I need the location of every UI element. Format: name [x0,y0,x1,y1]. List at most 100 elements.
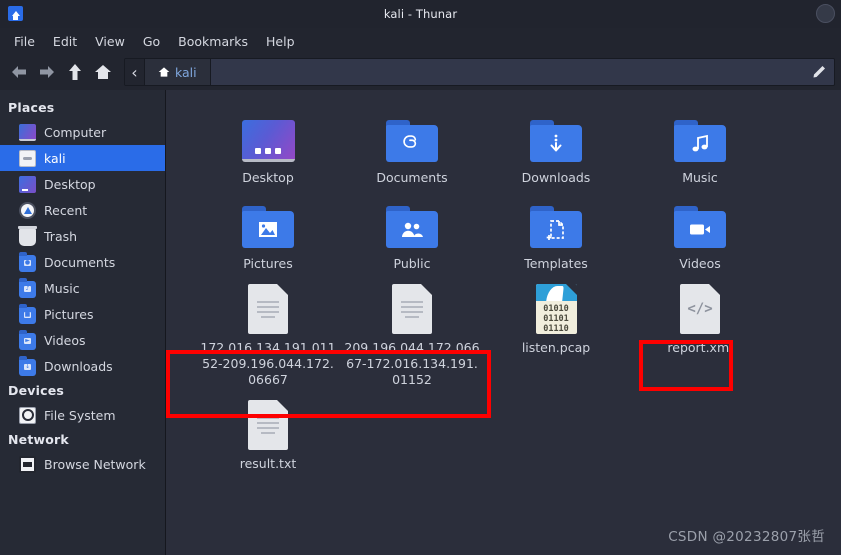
file-item-desktop[interactable]: Desktop [196,104,340,186]
document-icon [248,400,288,450]
sidebar-item-downloads[interactable]: ↓ Downloads [0,353,165,379]
watermark: CSDN @20232807张哲 [668,529,825,545]
home-icon[interactable] [90,58,116,86]
sidebar-item-label: kali [44,150,66,166]
breadcrumb-label: kali [175,64,197,80]
folder-pictures-icon: ■ [19,303,36,324]
xml-code-icon: </> [680,284,720,334]
sidebar-item-file-system[interactable]: File System [0,402,165,428]
folder-music-icon [674,120,726,162]
file-item-stream-1[interactable]: 172.016.134.191.01152-209.196.044.172.06… [196,276,340,388]
folder-videos-icon: ► [19,329,36,350]
folder-downloads-icon: ↓ [19,355,36,376]
file-label: Documents [376,170,448,185]
file-label: 209.196.044.172.06667-172.016.134.191.01… [344,340,480,387]
menu-item-go[interactable]: Go [135,31,168,52]
sidebar-item-videos[interactable]: ► Videos [0,327,165,353]
thunar-window: kali - Thunar File Edit View Go Bookmark… [0,0,841,555]
file-item-public[interactable]: Public [340,190,484,272]
home-icon [158,67,170,77]
window-body: Places Computer kali Desktop Recent Tras… [0,90,841,555]
sidebar-item-desktop[interactable]: Desktop [0,171,165,197]
folder-image-icon [242,206,294,248]
sidebar-item-trash[interactable]: Trash [0,223,165,249]
sidebar-item-kali[interactable]: kali [0,145,165,171]
computer-icon [19,123,36,141]
file-label: result.txt [239,456,297,471]
menu-item-file[interactable]: File [6,31,43,52]
menu-item-view[interactable]: View [87,31,133,52]
forward-arrow-icon[interactable] [34,58,60,86]
file-label: Templates [524,256,588,271]
window-close-button[interactable] [816,4,835,23]
breadcrumb-previous-button[interactable]: ‹ [125,59,145,85]
file-view[interactable]: Desktop Documents Downloads Music Pictur… [166,90,841,555]
pcap-bits-line-2: 01101 [543,314,569,324]
file-item-listen-pcap[interactable]: 01010 01101 01110 listen.pcap [484,276,628,388]
desktop-tile-icon [241,120,295,162]
sidebar-item-computer[interactable]: Computer [0,119,165,145]
file-item-templates[interactable]: Templates [484,190,628,272]
sidebar-heading-network: Network [8,432,69,447]
document-icon [392,284,432,334]
file-item-result-txt[interactable]: result.txt [196,392,340,472]
network-icon [19,455,36,473]
file-item-downloads[interactable]: Downloads [484,104,628,186]
folder-documents-icon: ● [19,251,36,272]
file-label: Downloads [521,170,591,185]
title-bar: kali - Thunar [0,0,841,28]
sidebar-item-label: Desktop [44,176,96,192]
up-arrow-icon[interactable] [62,58,88,86]
file-item-videos[interactable]: Videos [628,190,772,272]
sidebar-heading-places: Places [8,100,55,115]
breadcrumb-kali[interactable]: kali [145,59,211,85]
menu-item-help[interactable]: Help [258,31,303,52]
sidebar-item-label: Trash [44,228,78,244]
pcap-bits-line-3: 01110 [543,324,569,334]
sidebar-item-label: File System [44,407,116,423]
sidebar-item-label: Computer [44,124,107,140]
folder-people-icon [386,206,438,248]
sidebar-item-music[interactable]: ♪ Music [0,275,165,301]
file-label: Desktop [242,170,294,185]
folder-download-icon [530,120,582,162]
menu-item-edit[interactable]: Edit [45,31,85,52]
file-label: report.xml [667,340,733,355]
menu-item-bookmarks[interactable]: Bookmarks [170,31,256,52]
file-label: Public [393,256,431,271]
file-item-stream-2[interactable]: 209.196.044.172.06667-172.016.134.191.01… [340,276,484,388]
path-bar-empty-area[interactable] [210,59,834,85]
file-item-pictures[interactable]: Pictures [196,190,340,272]
window-title: kali - Thunar [383,7,458,21]
folder-paperclip-icon [386,120,438,162]
sidebar-item-recent[interactable]: Recent [0,197,165,223]
toolbar: ‹ kali [0,54,841,90]
sidebar-item-documents[interactable]: ● Documents [0,249,165,275]
folder-video-icon [674,206,726,248]
path-bar[interactable]: ‹ kali [124,58,835,86]
pencil-icon[interactable] [812,65,826,79]
pcap-bits-line-1: 01010 [543,304,569,314]
sidebar-item-pictures[interactable]: ■ Pictures [0,301,165,327]
sidebar-item-browse-network[interactable]: Browse Network [0,451,165,477]
drive-icon [19,149,36,167]
recent-clock-icon [19,201,36,219]
file-label: Videos [679,256,721,271]
file-label: 172.016.134.191.01152-209.196.044.172.06… [200,340,336,387]
sidebar-item-label: Music [44,280,80,296]
file-item-report-xml[interactable]: </> report.xml [628,276,772,388]
sidebar-heading-devices: Devices [8,383,65,398]
document-icon [248,284,288,334]
icon-grid: Desktop Documents Downloads Music Pictur… [166,90,841,472]
desktop-icon [19,175,36,193]
folder-music-icon: ♪ [19,277,36,298]
menu-bar: File Edit View Go Bookmarks Help [0,28,841,54]
file-item-music[interactable]: Music [628,104,772,186]
file-label: Music [682,170,718,185]
file-label: Pictures [243,256,293,271]
sidebar-item-label: Recent [44,202,88,218]
pcap-icon: 01010 01101 01110 [535,284,577,334]
back-arrow-icon[interactable] [6,58,32,86]
file-item-documents[interactable]: Documents [340,104,484,186]
sidebar-item-label: Downloads [44,358,113,374]
